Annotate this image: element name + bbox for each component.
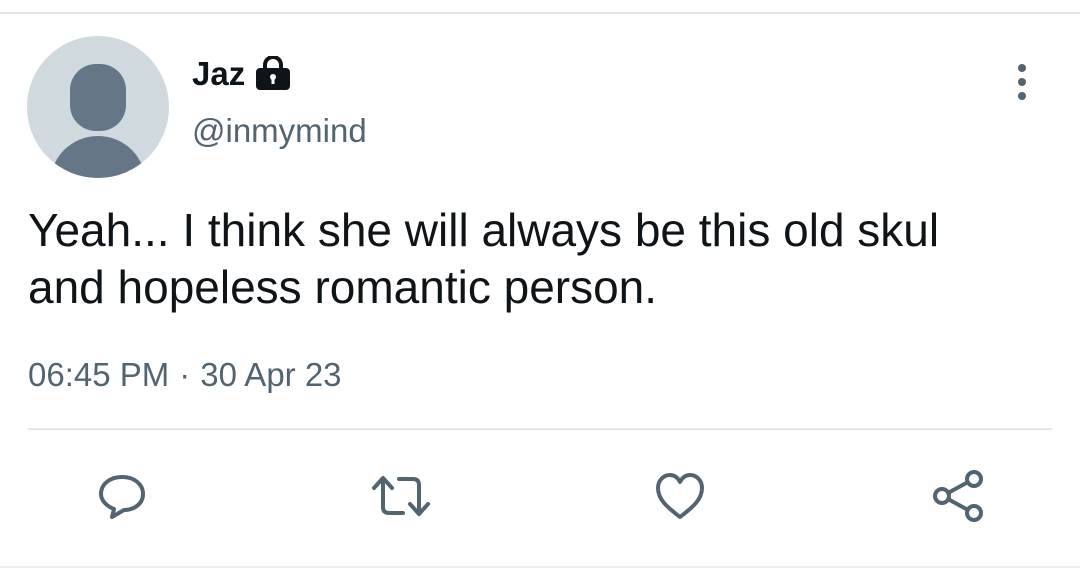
bottom-divider: [0, 566, 1080, 568]
reply-button[interactable]: [92, 466, 152, 526]
author-name-row: Jaz: [192, 52, 293, 96]
tweet-time: 06:45 PM: [28, 356, 170, 393]
heart-icon: [652, 469, 708, 523]
tweet-date: 30 Apr 23: [200, 356, 342, 393]
avatar-body-shape: [50, 136, 146, 178]
share-icon: [930, 468, 986, 524]
retweet-button[interactable]: [371, 466, 431, 526]
tweet-timestamp[interactable]: 06:45 PM · 30 Apr 23: [28, 356, 342, 394]
tweet-detail-page: Jaz @inmymind Yeah... I think she will a…: [0, 0, 1080, 581]
user-handle[interactable]: @inmymind: [192, 112, 367, 150]
display-name[interactable]: Jaz: [192, 55, 245, 93]
reply-icon: [95, 469, 149, 523]
retweet-icon: [370, 469, 432, 523]
tweet-text-line-1: Yeah... I think she will always be this …: [28, 204, 940, 256]
share-button[interactable]: [928, 466, 988, 526]
avatar[interactable]: [27, 36, 169, 178]
more-vertical-icon[interactable]: [1002, 62, 1042, 102]
action-bar-divider: [28, 428, 1052, 430]
meta-separator: ·: [179, 356, 191, 393]
top-divider: [0, 12, 1080, 14]
like-button[interactable]: [650, 466, 710, 526]
tweet-text-line-2: and hopeless romantic person.: [28, 261, 658, 313]
tweet-text: Yeah... I think she will always be this …: [28, 202, 1048, 316]
lock-icon: [253, 55, 293, 92]
avatar-head-shape: [70, 64, 126, 131]
